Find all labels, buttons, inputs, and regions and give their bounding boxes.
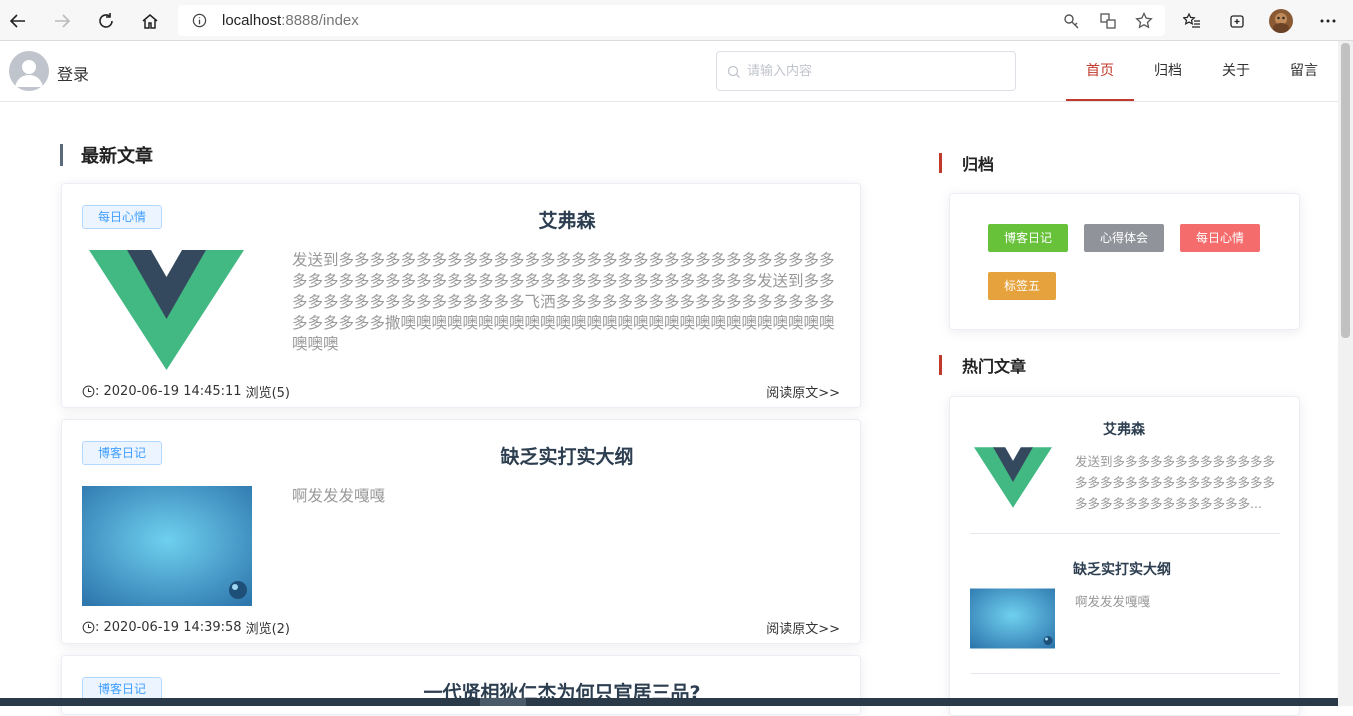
url-text[interactable]: localhost:8888/index	[222, 12, 359, 29]
hot-article-title[interactable]: 艾弗森	[1103, 419, 1145, 439]
user-avatar[interactable]	[9, 51, 49, 91]
hot-article-item[interactable]: 艾弗森 发送到多多多多多多多多多多多多多多多多多多多多多多多多多多多多多多多多多…	[970, 417, 1280, 535]
nav-about[interactable]: 关于	[1202, 41, 1270, 101]
read-more-link[interactable]: 阅读原文>>	[766, 382, 840, 401]
favorite-star-icon[interactable]	[1134, 11, 1154, 31]
home-button[interactable]	[136, 7, 164, 35]
taskbar-item[interactable]	[480, 698, 526, 706]
hot-articles-title: 热门文章	[962, 357, 1027, 376]
search-box[interactable]	[716, 51, 1016, 91]
login-link[interactable]: 登录	[57, 61, 89, 85]
search-icon	[727, 64, 741, 83]
collections-icon	[1230, 15, 1244, 28]
latest-articles-title: 最新文章	[81, 146, 153, 167]
translate-icon[interactable]	[1098, 11, 1118, 31]
site-header: 登录 首页 归档 关于 留言	[0, 41, 1338, 102]
heading-accent-bar	[939, 355, 942, 375]
article-thumbnail-wallpaper[interactable]	[82, 486, 252, 606]
article-views: 浏览(2)	[245, 622, 291, 637]
browser-toolbar: localhost:8888/index	[0, 0, 1353, 41]
archive-tags-card: 博客日记 心得体会 每日心情 标签五	[949, 193, 1300, 330]
url-path: :8888/index	[281, 12, 359, 29]
article-views: 浏览(5)	[245, 386, 291, 401]
article-meta: : 2020-06-19 14:45:11 浏览(5)	[82, 382, 290, 401]
refresh-icon	[99, 13, 113, 28]
scrollbar-thumb[interactable]	[1341, 43, 1350, 338]
article-meta: : 2020-06-19 14:39:58 浏览(2)	[82, 618, 290, 637]
article-date: : 2020-06-19 14:45:11	[95, 384, 242, 399]
archive-title: 归档	[962, 155, 995, 174]
archive-heading: 归档	[939, 151, 994, 175]
article-card[interactable]: 博客日记 一代贤相狄仁杰为何只官居三品?	[61, 655, 861, 715]
divider	[970, 673, 1280, 674]
hot-article-excerpt: 发送到多多多多多多多多多多多多多多多多多多多多多多多多多多多多多多多多多多多多多…	[1075, 454, 1276, 511]
archive-tag[interactable]: 标签五	[988, 272, 1056, 300]
site-info-icon[interactable]	[192, 13, 207, 32]
hot-articles-card: 艾弗森 发送到多多多多多多多多多多多多多多多多多多多多多多多多多多多多多多多多多…	[949, 396, 1300, 716]
address-bar[interactable]: localhost:8888/index	[178, 5, 1165, 36]
vue-logo-icon	[89, 250, 244, 370]
home-icon	[142, 14, 158, 29]
main-nav: 首页 归档 关于 留言	[1066, 41, 1338, 101]
article-card[interactable]: 博客日记 缺乏实打实大纲 啊发发发嘎嘎 : 2020-06-19 14:39:5…	[61, 419, 861, 644]
archive-tag[interactable]: 博客日记	[988, 224, 1068, 252]
profile-avatar-button[interactable]	[1267, 7, 1295, 35]
key-icon[interactable]	[1061, 11, 1081, 31]
article-thumbnail-vue-logo[interactable]	[89, 250, 244, 370]
divider	[970, 533, 1280, 534]
favorites-button[interactable]	[1178, 7, 1206, 35]
hot-article-thumbnail-wallpaper[interactable]	[970, 588, 1055, 649]
clock-icon	[82, 385, 95, 398]
more-dots-icon	[1320, 19, 1336, 23]
refresh-button[interactable]	[92, 7, 120, 35]
hot-articles-heading: 热门文章	[939, 353, 1026, 377]
nav-home[interactable]: 首页	[1066, 41, 1134, 101]
hot-article-thumbnail-vue-logo[interactable]	[974, 447, 1052, 508]
article-excerpt: 发送到多多多多多多多多多多多多多多多多多多多多多多多多多多多多多多多多多多多多多…	[292, 251, 835, 353]
default-user-icon	[15, 60, 43, 87]
heading-accent-bar	[939, 153, 942, 173]
archive-tag[interactable]: 每日心情	[1180, 224, 1260, 252]
os-taskbar	[0, 698, 1338, 706]
archive-tag[interactable]: 心得体会	[1084, 224, 1164, 252]
clock-icon	[82, 621, 95, 634]
article-title[interactable]: 缺乏实打实大纲	[322, 442, 812, 469]
forward-arrow-icon	[55, 14, 71, 28]
article-card[interactable]: 每日心情 艾弗森 发送到多多多多多多多多多多多多多多多多多多多多多多多多多多多多…	[61, 183, 861, 408]
back-arrow-icon	[9, 14, 25, 28]
heading-accent-bar	[60, 144, 63, 166]
favorites-list-icon	[1183, 12, 1200, 28]
search-input[interactable]	[747, 60, 1007, 82]
article-tag[interactable]: 博客日记	[82, 441, 162, 465]
nav-archive[interactable]: 归档	[1134, 41, 1202, 101]
settings-more-button[interactable]	[1314, 7, 1342, 35]
blue-wallpaper-image	[82, 486, 252, 606]
hot-article-excerpt: 啊发发发嘎嘎	[1075, 594, 1151, 609]
latest-articles-heading: 最新文章	[60, 142, 153, 168]
article-date: : 2020-06-19 14:39:58	[95, 620, 242, 635]
article-tag[interactable]: 每日心情	[82, 205, 162, 229]
back-button[interactable]	[4, 7, 32, 35]
page-scrollbar[interactable]	[1338, 41, 1353, 706]
article-excerpt: 啊发发发嘎嘎	[292, 487, 386, 505]
hot-article-title[interactable]: 缺乏实打实大纲	[1073, 559, 1171, 579]
forward-button[interactable]	[48, 7, 76, 35]
collections-button[interactable]	[1223, 7, 1251, 35]
nav-message[interactable]: 留言	[1270, 41, 1338, 101]
hot-article-item[interactable]: 缺乏实打实大纲 啊发发发嘎嘎	[970, 557, 1280, 677]
read-more-link[interactable]: 阅读原文>>	[766, 618, 840, 637]
user-profile-icon	[1269, 9, 1293, 33]
article-title[interactable]: 艾弗森	[322, 206, 812, 233]
url-host: localhost	[222, 12, 282, 29]
